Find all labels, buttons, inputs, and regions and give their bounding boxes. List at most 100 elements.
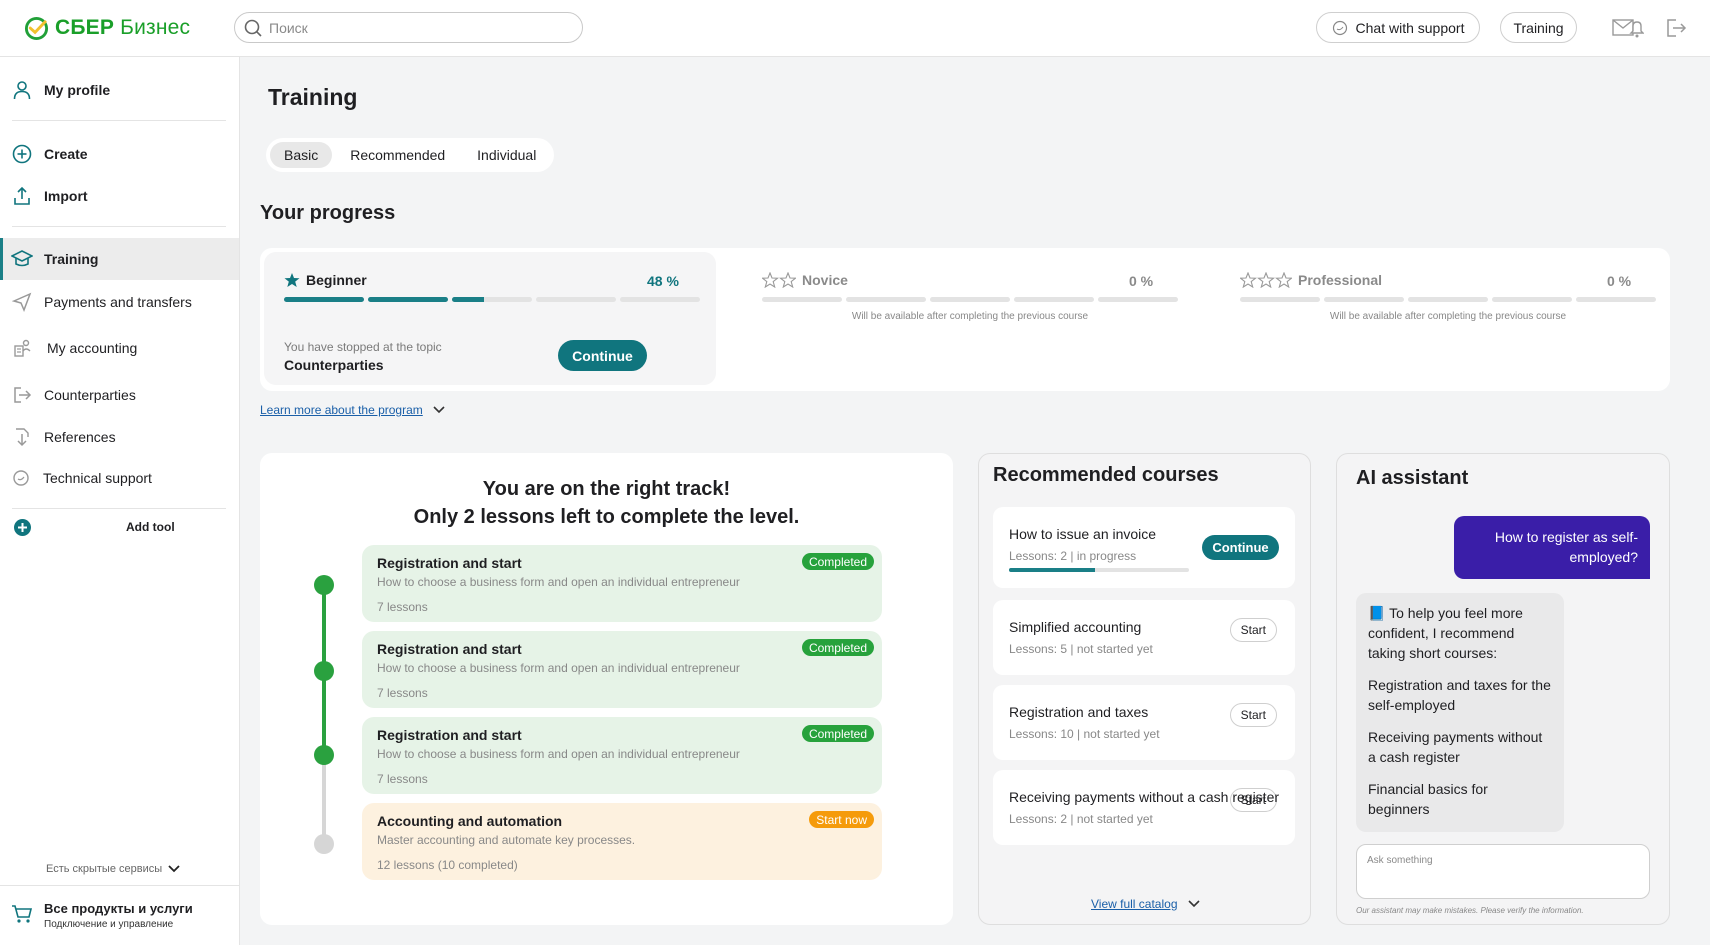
accounting-icon [11, 337, 33, 359]
level-progress-bar [284, 297, 700, 302]
sidebar-divider [12, 226, 226, 227]
track-title: You are on the right track! Only 2 lesso… [260, 475, 953, 531]
sber-logo-icon [24, 16, 49, 40]
continue-button[interactable]: Continue [558, 340, 647, 371]
tab-basic[interactable]: Basic [270, 142, 333, 168]
progress-segment [452, 297, 532, 302]
sidebar-divider [12, 508, 226, 509]
course-item[interactable]: Simplified accounting Lessons: 5 | not s… [993, 600, 1295, 675]
level-novice: Novice 0 % Will be available after compl… [742, 252, 1194, 385]
progress-segment [368, 297, 448, 302]
stopped-topic-label: You have stopped at the topic [284, 340, 442, 354]
start-now-badge[interactable]: Start now [809, 811, 874, 828]
user-message: How to register as self-employed? [1454, 516, 1650, 579]
sidebar-item-training[interactable]: Training [0, 238, 239, 280]
chat-with-support-button[interactable]: Chat with support [1316, 12, 1480, 43]
progress-segment [1014, 297, 1094, 302]
sidebar-item-my-profile[interactable]: My profile [0, 69, 239, 111]
sidebar-item-import[interactable]: Import [0, 175, 239, 217]
progress-segment [1098, 297, 1178, 302]
sidebar-item-create[interactable]: Create [0, 133, 239, 175]
progress-segment [1240, 297, 1320, 302]
tab-individual[interactable]: Individual [463, 142, 550, 168]
level-header: Professional [1240, 272, 1382, 288]
sidebar-divider [12, 120, 226, 121]
course-meta: Lessons: 2 | in progress [1009, 549, 1137, 563]
progress-segment [930, 297, 1010, 302]
lesson-card[interactable]: Registration and start How to choose a b… [362, 631, 882, 708]
add-tool-label: Add tool [126, 520, 175, 534]
assistant-input[interactable] [1356, 844, 1650, 899]
sidebar-item-my-accounting[interactable]: My accounting [0, 327, 239, 369]
star-outline-icon [1240, 272, 1292, 288]
course-continue-button[interactable]: Continue [1202, 535, 1279, 560]
progress-segment [1576, 297, 1656, 302]
cart-icon [12, 905, 33, 923]
course-meta: Lessons: 10 | not started yet [1009, 727, 1160, 741]
view-full-catalog-link[interactable]: View full catalog [1091, 897, 1200, 911]
level-professional: Professional 0 % Will be available after… [1220, 252, 1672, 385]
sidebar: My profile Create Import Training Paymen… [0, 57, 240, 945]
add-tool-button[interactable]: Add tool [0, 512, 239, 542]
logo-text-bold: СБЕР [55, 16, 115, 39]
training-header-label: Training [1513, 19, 1564, 36]
course-item[interactable]: Registration and taxes Lessons: 10 | not… [993, 685, 1295, 760]
learn-more-link[interactable]: Learn more about the program [260, 403, 445, 417]
course-meta: Lessons: 2 | not started yet [1009, 812, 1153, 826]
level-name: Beginner [306, 272, 367, 288]
progress-segment [846, 297, 926, 302]
course-title: Receiving payments without a cash regist… [1009, 789, 1280, 805]
training-header-button[interactable]: Training [1500, 12, 1577, 43]
recommended-courses-title: Recommended courses [993, 464, 1219, 486]
all-products-link[interactable]: Все продукты и услуги Подключение и упра… [0, 885, 239, 945]
sber-business-logo[interactable]: СБЕР Бизнес [24, 14, 190, 42]
assistant-message: 📘 To help you feel more confident, I rec… [1356, 593, 1564, 832]
chevron-down-icon [168, 865, 180, 873]
page-title: Training [268, 84, 358, 110]
support-chat-icon [11, 467, 33, 489]
your-progress-title: Your progress [260, 202, 396, 224]
assistant-message-intro: 📘 To help you feel more confident, I rec… [1368, 605, 1523, 661]
star-filled-icon [284, 273, 300, 287]
assistant-disclaimer: Our assistant may make mistakes. Please … [1356, 906, 1584, 915]
assistant-course-suggestion: Registration and taxes for the self-empl… [1368, 677, 1551, 713]
mail-notification-icon[interactable] [1611, 16, 1645, 40]
level-progress-bar [1240, 297, 1656, 302]
timeline-line-pending [322, 755, 326, 837]
hidden-services-label: Есть скрытые сервисы [46, 863, 163, 875]
sidebar-item-label: Import [44, 188, 88, 204]
course-item[interactable]: Start Receiving payments without a cash … [993, 770, 1295, 845]
lesson-subtitle: Master accounting and automate key proce… [377, 833, 636, 847]
level-name: Professional [1298, 272, 1383, 288]
progress-segment [1324, 297, 1404, 302]
track-card: You are on the right track! Only 2 lesso… [260, 453, 953, 925]
sidebar-item-label: Create [44, 146, 88, 162]
hidden-services-toggle[interactable]: Есть скрытые сервисы [46, 863, 180, 875]
sidebar-item-counterparties[interactable]: Counterparties [0, 374, 239, 416]
lesson-card[interactable]: Registration and start How to choose a b… [362, 545, 882, 622]
search-input[interactable] [269, 19, 569, 36]
ai-assistant-card: AI assistant How to register as self-emp… [1336, 453, 1670, 925]
chat-with-support-label: Chat with support [1355, 19, 1465, 36]
sidebar-item-technical-support[interactable]: Technical support [0, 457, 239, 499]
top-header: СБЕР Бизнес Chat with support Training [0, 0, 1710, 57]
lesson-title: Registration and start [377, 727, 522, 743]
lesson-card[interactable]: Registration and start How to choose a b… [362, 717, 882, 794]
search-box[interactable] [234, 12, 583, 43]
course-start-button[interactable]: Start [1229, 618, 1277, 642]
progress-segment [620, 297, 700, 302]
completed-badge: Completed [801, 639, 874, 656]
tab-recommended[interactable]: Recommended [336, 142, 459, 168]
logout-icon[interactable] [1663, 16, 1689, 40]
course-start-button[interactable]: Start [1229, 703, 1277, 727]
all-products-subtitle: Подключение и управление [44, 919, 174, 930]
sidebar-item-references[interactable]: References [0, 416, 239, 458]
sidebar-item-payments[interactable]: Payments and transfers [0, 281, 239, 323]
upload-icon [11, 185, 33, 207]
paper-plane-icon [11, 291, 33, 313]
lesson-title: Accounting and automation [377, 813, 563, 829]
stopped-topic-name: Counterparties [284, 357, 384, 373]
lesson-card[interactable]: Accounting and automation Master account… [362, 803, 882, 880]
lesson-count: 7 lessons [377, 600, 428, 614]
course-item[interactable]: How to issue an invoice Lessons: 2 | in … [993, 507, 1295, 588]
